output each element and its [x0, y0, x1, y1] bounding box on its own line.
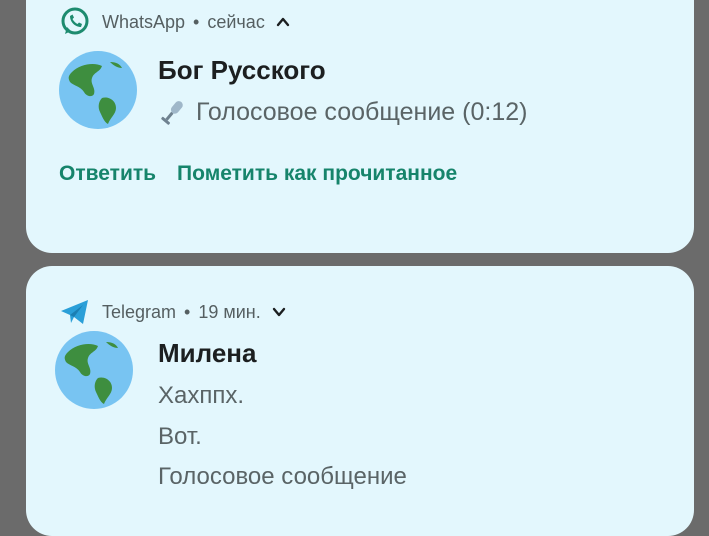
separator-dot: • — [184, 301, 191, 322]
chevron-up-icon[interactable] — [275, 14, 291, 30]
app-name: WhatsApp — [102, 11, 186, 32]
timestamp: сейчас — [207, 11, 265, 32]
app-name: Telegram — [102, 301, 177, 322]
whatsapp-icon — [58, 5, 92, 39]
sender-name: Милена — [158, 338, 257, 368]
separator-dot: • — [193, 11, 200, 32]
avatar — [54, 330, 134, 410]
message-text: Голосовое сообщение (0:12) — [196, 97, 528, 126]
message-preview: Голосовое сообщение (0:12) — [158, 97, 527, 127]
notification-actions: Ответить Пометить как прочитанное — [59, 162, 457, 186]
telegram-notification[interactable]: Telegram • 19 мин. Милена Хахппх. Вот. Г… — [26, 266, 694, 536]
notification-header: WhatsApp • сейчас — [58, 5, 291, 39]
message-line: Вот. — [158, 423, 202, 450]
avatar — [58, 50, 138, 130]
message-line: Голосовое сообщение — [158, 463, 407, 490]
whatsapp-notification[interactable]: WhatsApp • сейчас Бог Русского Голосовое — [26, 0, 694, 253]
sender-name: Бог Русского — [158, 55, 326, 85]
notification-header: Telegram • 19 мин. — [58, 295, 287, 329]
mark-as-read-button[interactable]: Пометить как прочитанное — [177, 162, 457, 186]
reply-button[interactable]: Ответить — [59, 162, 156, 186]
message-line: Хахппх. — [158, 382, 245, 409]
telegram-icon — [58, 295, 92, 329]
microphone-icon — [158, 97, 188, 127]
chevron-down-icon[interactable] — [271, 304, 287, 320]
timestamp: 19 мин. — [198, 301, 261, 322]
